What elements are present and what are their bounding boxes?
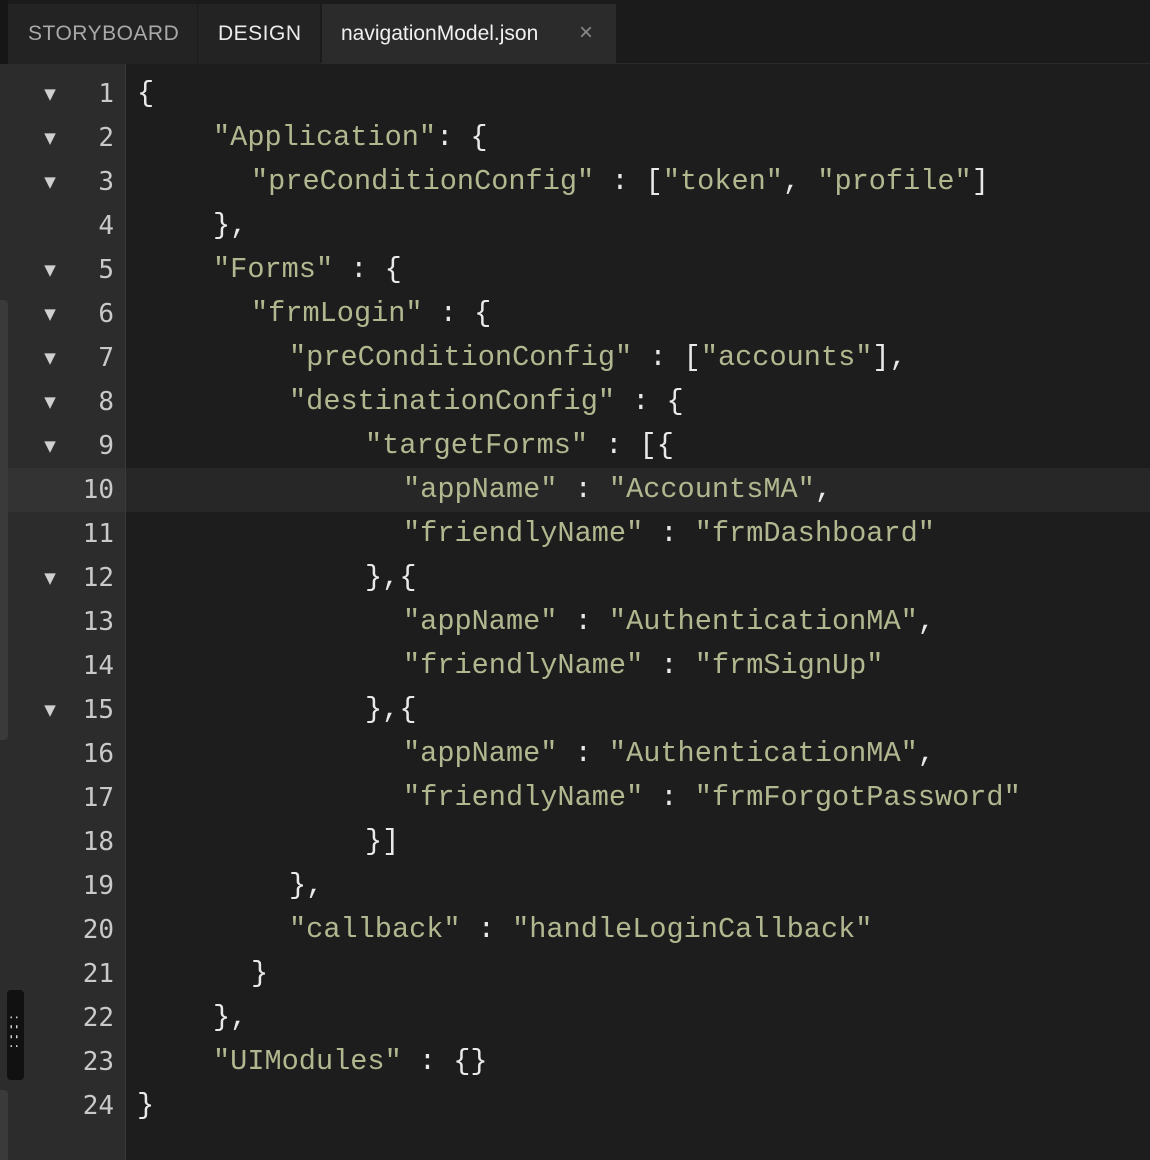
code-text: "UIModules" : {}: [213, 1045, 488, 1078]
chevron-down-icon[interactable]: ▼: [40, 304, 60, 324]
code-line[interactable]: ▼ 5 "Forms" : {: [0, 248, 1150, 292]
tab-bar: STORYBOARD DESIGN navigationModel.json ×: [0, 0, 1150, 64]
line-number: 12: [82, 563, 114, 593]
tab-file-label: navigationModel.json: [341, 22, 539, 45]
code-text: "Forms" : {: [213, 253, 402, 286]
code-text: "destinationConfig" : {: [289, 385, 684, 418]
code-text: "friendlyName" : "frmDashboard": [403, 517, 935, 550]
line-number: 13: [82, 607, 114, 637]
code-line[interactable]: ▼ 8 "destinationConfig" : {: [0, 380, 1150, 424]
code-text: },: [213, 209, 248, 242]
code-text: "appName" : "AccountsMA",: [403, 473, 833, 506]
line-number: 4: [98, 211, 114, 241]
chevron-down-icon[interactable]: ▼: [40, 260, 60, 280]
code-text: "appName" : "AuthenticationMA",: [403, 605, 935, 638]
code-line[interactable]: 19},: [0, 864, 1150, 908]
code-line[interactable]: 22},: [0, 996, 1150, 1040]
line-number: 7: [98, 343, 114, 373]
code-line[interactable]: ▼ 6 "frmLogin" : {: [0, 292, 1150, 336]
code-text: "targetForms" : [{: [365, 429, 674, 462]
line-number: 19: [82, 871, 114, 901]
code-text: "frmLogin" : {: [251, 297, 492, 330]
code-text: {: [137, 77, 155, 110]
line-number: 20: [82, 915, 114, 945]
tab-storyboard[interactable]: STORYBOARD: [8, 4, 197, 64]
line-number: 1: [98, 79, 114, 109]
line-number: 10: [82, 475, 114, 505]
line-number: 14: [82, 651, 114, 681]
chevron-down-icon[interactable]: ▼: [40, 700, 60, 720]
code-line[interactable]: 21}: [0, 952, 1150, 996]
code-text: },{: [365, 561, 417, 594]
code-line[interactable]: 17 "friendlyName" : "frmForgotPassword": [0, 776, 1150, 820]
line-number: 17: [82, 783, 114, 813]
line-number: 16: [82, 739, 114, 769]
code-line[interactable]: 18}]: [0, 820, 1150, 864]
tab-design-label: DESIGN: [218, 22, 302, 45]
code-text: "Application": {: [213, 121, 488, 154]
code-line[interactable]: ▼ 7 "preConditionConfig" : ["accounts"],: [0, 336, 1150, 380]
line-number: 6: [98, 299, 114, 329]
code-line[interactable]: ▼ 1 {: [0, 72, 1150, 116]
line-number: 21: [82, 959, 114, 989]
code-text: },{: [365, 693, 417, 726]
line-number: 8: [98, 387, 114, 417]
code-line[interactable]: 11 "friendlyName" : "frmDashboard": [0, 512, 1150, 556]
code-text: },: [289, 869, 324, 902]
code-line[interactable]: 14 "friendlyName" : "frmSignUp": [0, 644, 1150, 688]
line-number: 15: [82, 695, 114, 725]
chevron-down-icon[interactable]: ▼: [40, 436, 60, 456]
code-line[interactable]: ▼ 3 "preConditionConfig" : ["token", "prof…: [0, 160, 1150, 204]
code-text: "callback" : "handleLoginCallback": [289, 913, 873, 946]
chevron-down-icon[interactable]: ▼: [40, 84, 60, 104]
code-text: "preConditionConfig" : ["accounts"],: [289, 341, 907, 374]
code-text: "friendlyName" : "frmForgotPassword": [403, 781, 1021, 814]
tab-navigation-model-json[interactable]: navigationModel.json ×: [322, 4, 616, 64]
line-number: 11: [82, 519, 114, 549]
code-text: }]: [365, 825, 400, 858]
code-line[interactable]: ▼ 2 "Application": {: [0, 116, 1150, 160]
chevron-down-icon[interactable]: ▼: [40, 568, 60, 588]
code-text: "preConditionConfig" : ["token", "profil…: [251, 165, 989, 198]
chevron-down-icon[interactable]: ▼: [40, 348, 60, 368]
code-text: "friendlyName" : "frmSignUp": [403, 649, 884, 682]
code-line[interactable]: ▼ 12 },{: [0, 556, 1150, 600]
drag-handle-icon: ⁚⁚ ⁚⁚ ⁚⁚: [9, 1015, 20, 1051]
close-icon[interactable]: ×: [579, 18, 593, 48]
line-number: 22: [82, 1003, 114, 1033]
chevron-down-icon[interactable]: ▼: [40, 128, 60, 148]
code-line[interactable]: 13 "appName" : "AuthenticationMA",: [0, 600, 1150, 644]
chevron-down-icon[interactable]: ▼: [40, 392, 60, 412]
panel-drag-handle[interactable]: ⁚⁚ ⁚⁚ ⁚⁚: [7, 990, 24, 1080]
line-number: 2: [98, 123, 114, 153]
code-line[interactable]: 20 "callback" : "handleLoginCallback": [0, 908, 1150, 952]
code-text: }: [251, 957, 269, 990]
chevron-down-icon[interactable]: ▼: [40, 172, 60, 192]
code-text: "appName" : "AuthenticationMA",: [403, 737, 935, 770]
code-line[interactable]: 23 "UIModules" : {}: [0, 1040, 1150, 1084]
line-number: 5: [98, 255, 114, 285]
line-number: 18: [82, 827, 114, 857]
code-line[interactable]: 10 "appName" : "AccountsMA",: [0, 468, 1150, 512]
tab-storyboard-label: STORYBOARD: [28, 22, 180, 45]
line-number: 9: [98, 431, 114, 461]
code-text: },: [213, 1001, 248, 1034]
code-line[interactable]: 24}: [0, 1084, 1150, 1128]
code-line[interactable]: 16 "appName" : "AuthenticationMA",: [0, 732, 1150, 776]
code-line[interactable]: ▼ 9 "targetForms" : [{: [0, 424, 1150, 468]
tab-bar-edge: [0, 0, 8, 64]
tab-design[interactable]: DESIGN: [198, 4, 320, 64]
code-line[interactable]: 4},: [0, 204, 1150, 248]
line-number: 3: [98, 167, 114, 197]
line-number: 23: [82, 1047, 114, 1077]
code-text: }: [137, 1089, 155, 1122]
code-line[interactable]: ▼ 15 },{: [0, 688, 1150, 732]
line-number: 24: [82, 1091, 114, 1121]
